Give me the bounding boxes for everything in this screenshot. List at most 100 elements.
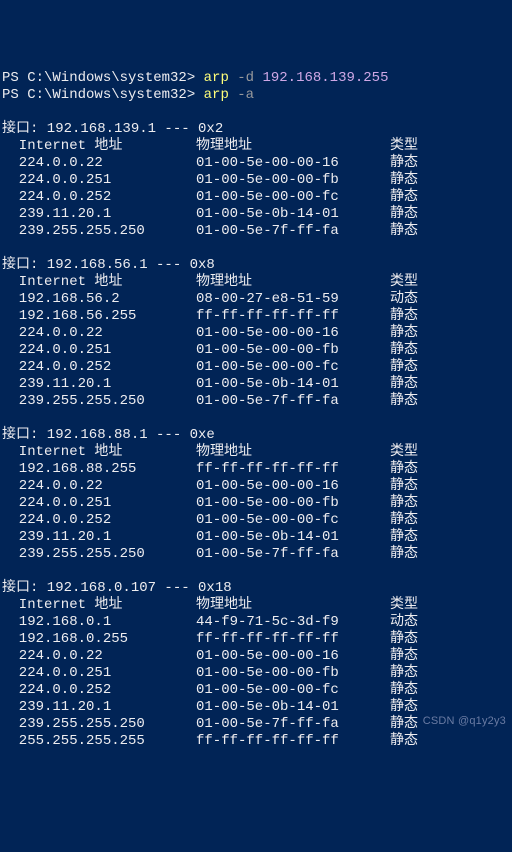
col-header-ip: Internet 地址	[2, 444, 196, 461]
arp-entry-row[interactable]: 192.168.56.208-00-27-e8-51-59动态	[2, 291, 512, 308]
flag: -d	[237, 70, 262, 86]
arp-type: 静态	[390, 393, 418, 410]
col-header-type: 类型	[390, 444, 418, 461]
arp-entry-row[interactable]: 224.0.0.25101-00-5e-00-00-fb静态	[2, 665, 512, 682]
prompt-line[interactable]: PS C:\Windows\system32> arp -d 192.168.1…	[2, 70, 512, 87]
arp-mac: 01-00-5e-0b-14-01	[196, 376, 390, 393]
arp-entry-row[interactable]: 239.255.255.25001-00-5e-7f-ff-fa静态	[2, 546, 512, 563]
prompt-line[interactable]: PS C:\Windows\system32> arp -a	[2, 87, 512, 104]
arp-entry-row[interactable]: 224.0.0.2201-00-5e-00-00-16静态	[2, 325, 512, 342]
arp-mac: 01-00-5e-00-00-fb	[196, 495, 390, 512]
column-header-row: Internet 地址物理地址类型	[2, 138, 512, 155]
col-header-ip: Internet 地址	[2, 597, 196, 614]
arp-type: 静态	[390, 648, 418, 665]
arp-type: 静态	[390, 376, 418, 393]
arp-entry-row[interactable]: 224.0.0.25201-00-5e-00-00-fc静态	[2, 189, 512, 206]
arp-entry-row[interactable]: 192.168.0.255ff-ff-ff-ff-ff-ff静态	[2, 631, 512, 648]
prompt-path: PS C:\Windows\system32>	[2, 70, 204, 86]
arp-mac: ff-ff-ff-ff-ff-ff	[196, 631, 390, 648]
arp-ip: 224.0.0.22	[2, 478, 196, 495]
arp-type: 静态	[390, 478, 418, 495]
arp-mac: 01-00-5e-00-00-fc	[196, 682, 390, 699]
arp-type: 静态	[390, 529, 418, 546]
arp-ip: 239.255.255.250	[2, 223, 196, 240]
arp-mac: 01-00-5e-00-00-fb	[196, 342, 390, 359]
arp-mac: 01-00-5e-00-00-fc	[196, 189, 390, 206]
arp-type: 静态	[390, 495, 418, 512]
command: arp	[204, 87, 238, 103]
arp-ip: 239.255.255.250	[2, 393, 196, 410]
argument: 192.168.139.255	[262, 70, 388, 86]
arp-ip: 224.0.0.22	[2, 155, 196, 172]
arp-entry-row[interactable]: 192.168.0.144-f9-71-5c-3d-f9动态	[2, 614, 512, 631]
command: arp	[204, 70, 238, 86]
arp-entry-row[interactable]: 192.168.56.255ff-ff-ff-ff-ff-ff静态	[2, 308, 512, 325]
arp-ip: 192.168.0.255	[2, 631, 196, 648]
watermark: CSDN @q1y2y3	[423, 713, 506, 730]
col-header-mac: 物理地址	[196, 138, 390, 155]
arp-entry-row[interactable]: 224.0.0.2201-00-5e-00-00-16静态	[2, 648, 512, 665]
arp-type: 静态	[390, 546, 418, 563]
arp-type: 静态	[390, 631, 418, 648]
arp-type: 静态	[390, 342, 418, 359]
arp-entry-row[interactable]: 224.0.0.2201-00-5e-00-00-16静态	[2, 155, 512, 172]
arp-mac: 01-00-5e-00-00-16	[196, 648, 390, 665]
arp-entry-row[interactable]: 224.0.0.25201-00-5e-00-00-fc静态	[2, 682, 512, 699]
arp-ip: 192.168.88.255	[2, 461, 196, 478]
blank-line	[2, 240, 512, 257]
arp-type: 静态	[390, 172, 418, 189]
arp-type: 静态	[390, 682, 418, 699]
arp-mac: 01-00-5e-00-00-fc	[196, 359, 390, 376]
arp-mac: 01-00-5e-00-00-16	[196, 325, 390, 342]
arp-ip: 224.0.0.251	[2, 342, 196, 359]
arp-ip: 239.11.20.1	[2, 206, 196, 223]
arp-ip: 239.11.20.1	[2, 529, 196, 546]
arp-mac: 44-f9-71-5c-3d-f9	[196, 614, 390, 631]
arp-type: 动态	[390, 291, 418, 308]
arp-ip: 239.11.20.1	[2, 699, 196, 716]
col-header-mac: 物理地址	[196, 597, 390, 614]
col-header-mac: 物理地址	[196, 274, 390, 291]
arp-type: 静态	[390, 461, 418, 478]
col-header-type: 类型	[390, 138, 418, 155]
arp-mac: 01-00-5e-7f-ff-fa	[196, 223, 390, 240]
arp-entry-row[interactable]: 239.11.20.101-00-5e-0b-14-01静态	[2, 529, 512, 546]
interface-header: 接口: 192.168.139.1 --- 0x2	[2, 121, 512, 138]
terminal-output[interactable]: PS C:\Windows\system32> arp -d 192.168.1…	[2, 70, 512, 750]
col-header-type: 类型	[390, 597, 418, 614]
arp-mac: 01-00-5e-7f-ff-fa	[196, 393, 390, 410]
arp-entry-row[interactable]: 239.11.20.101-00-5e-0b-14-01静态	[2, 206, 512, 223]
arp-entry-row[interactable]: 192.168.88.255ff-ff-ff-ff-ff-ff静态	[2, 461, 512, 478]
arp-type: 静态	[390, 155, 418, 172]
arp-ip: 239.255.255.250	[2, 716, 196, 733]
arp-ip: 192.168.0.1	[2, 614, 196, 631]
arp-entry-row[interactable]: 239.255.255.25001-00-5e-7f-ff-fa静态	[2, 393, 512, 410]
flag: -a	[237, 87, 254, 103]
arp-type: 静态	[390, 308, 418, 325]
interface-header: 接口: 192.168.0.107 --- 0x18	[2, 580, 512, 597]
arp-mac: ff-ff-ff-ff-ff-ff	[196, 308, 390, 325]
arp-entry-row[interactable]: 239.255.255.25001-00-5e-7f-ff-fa静态	[2, 223, 512, 240]
arp-ip: 224.0.0.252	[2, 359, 196, 376]
interface-header: 接口: 192.168.56.1 --- 0x8	[2, 257, 512, 274]
column-header-row: Internet 地址物理地址类型	[2, 274, 512, 291]
arp-entry-row[interactable]: 224.0.0.25201-00-5e-00-00-fc静态	[2, 359, 512, 376]
arp-ip: 224.0.0.251	[2, 172, 196, 189]
arp-entry-row[interactable]: 239.11.20.101-00-5e-0b-14-01静态	[2, 376, 512, 393]
arp-entry-row[interactable]: 224.0.0.2201-00-5e-00-00-16静态	[2, 478, 512, 495]
arp-ip: 192.168.56.255	[2, 308, 196, 325]
arp-type: 静态	[390, 325, 418, 342]
arp-entry-row[interactable]: 224.0.0.25101-00-5e-00-00-fb静态	[2, 342, 512, 359]
arp-ip: 224.0.0.22	[2, 325, 196, 342]
arp-ip: 224.0.0.252	[2, 512, 196, 529]
arp-ip: 239.255.255.250	[2, 546, 196, 563]
col-header-type: 类型	[390, 274, 418, 291]
arp-entry-row[interactable]: 224.0.0.25101-00-5e-00-00-fb静态	[2, 172, 512, 189]
arp-ip: 224.0.0.22	[2, 648, 196, 665]
arp-type: 静态	[390, 223, 418, 240]
arp-entry-row[interactable]: 224.0.0.25201-00-5e-00-00-fc静态	[2, 512, 512, 529]
arp-entry-row[interactable]: 224.0.0.25101-00-5e-00-00-fb静态	[2, 495, 512, 512]
arp-mac: 01-00-5e-00-00-fc	[196, 512, 390, 529]
arp-mac: 01-00-5e-0b-14-01	[196, 699, 390, 716]
arp-ip: 239.11.20.1	[2, 376, 196, 393]
